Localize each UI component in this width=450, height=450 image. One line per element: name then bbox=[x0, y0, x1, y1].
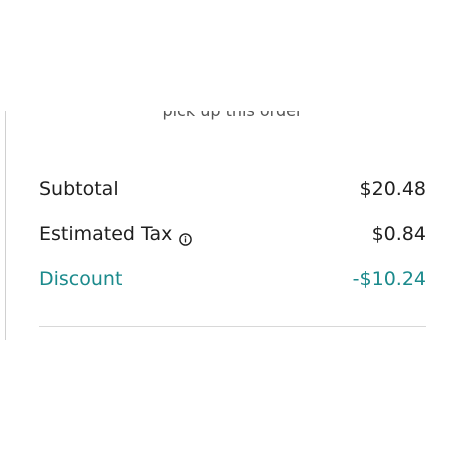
discount-row: Discount -$10.24 bbox=[39, 265, 426, 293]
info-icon[interactable] bbox=[179, 229, 193, 246]
panel-left-border bbox=[5, 111, 6, 340]
estimated-tax-label-group: Estimated Tax bbox=[39, 223, 193, 246]
estimated-tax-label: Estimated Tax bbox=[39, 223, 173, 245]
estimated-tax-value: $0.84 bbox=[371, 223, 426, 245]
subtotal-value: $20.48 bbox=[359, 178, 426, 200]
pickup-instruction-text: pick up this order bbox=[0, 111, 450, 120]
summary-divider bbox=[39, 326, 426, 327]
subtotal-row: Subtotal $20.48 bbox=[39, 175, 426, 203]
estimated-tax-row: Estimated Tax $0.84 bbox=[39, 220, 426, 248]
discount-label: Discount bbox=[39, 268, 123, 290]
scrolled-text-container: pick up this order bbox=[0, 111, 450, 125]
subtotal-label: Subtotal bbox=[39, 178, 119, 200]
discount-value: -$10.24 bbox=[352, 268, 426, 290]
